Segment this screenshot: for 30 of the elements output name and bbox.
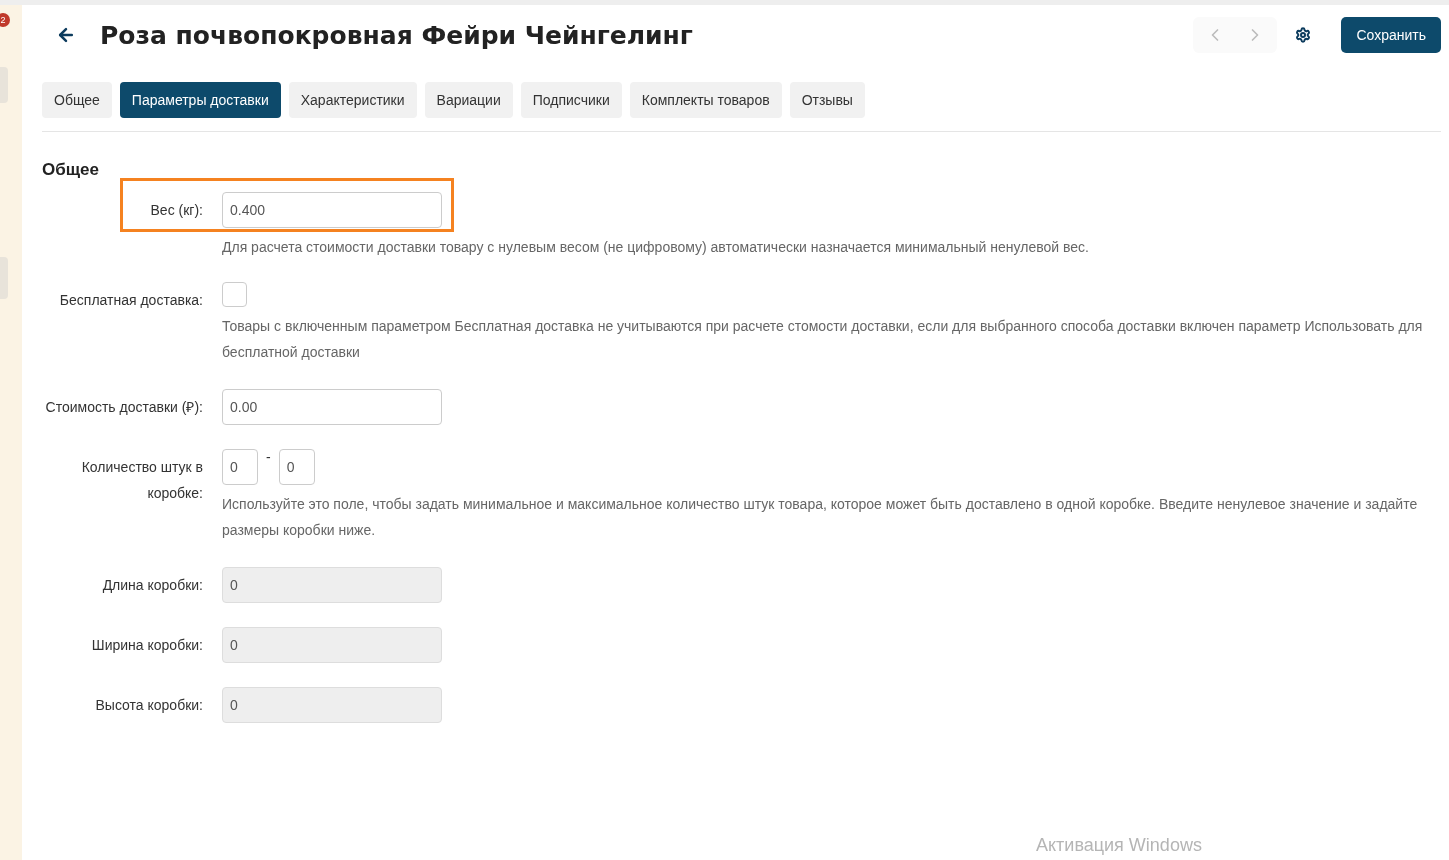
field-hint: Используйте это поле, чтобы задать минимальное и максимальное количество штук товара, которое может быть доставлено в одной коробке. Введите ненулевое значение и задайте размеры коробки ниже.: [222, 495, 1419, 540]
field-label: Длина коробки:: [101, 576, 203, 595]
tab[interactable]: Подписчики: [520, 82, 622, 118]
field-label: Вес (кг):: [149, 201, 203, 220]
section-title: Общее: [42, 160, 100, 180]
back-button[interactable]: [56, 25, 76, 45]
field-label: Бесплатная доставка:: [58, 291, 203, 310]
input-field[interactable]: 0.400: [222, 192, 442, 228]
tab[interactable]: Вариации: [424, 82, 513, 118]
tab[interactable]: Характеристики: [288, 82, 417, 118]
tab[interactable]: Общее: [42, 82, 112, 118]
field-label: Высота коробки:: [94, 696, 203, 715]
settings-icon: [1295, 27, 1312, 43]
tab[interactable]: Отзывы: [789, 82, 865, 118]
input-field[interactable]: 0: [278, 449, 315, 485]
field-label: Ширина коробки:: [90, 636, 203, 655]
notification-badge: 2: [0, 13, 10, 27]
save-button[interactable]: Сохранить: [1341, 17, 1441, 53]
field-label: Стоимость доставки (₽):: [44, 398, 203, 417]
activation-notice: Активация Windows: [1036, 835, 1202, 856]
input-field[interactable]: 0: [222, 449, 258, 485]
field-hint: Для расчета стоимости доставки товару с нулевым весом (не цифровому) автоматически назначается минимальный ненулевой вес.: [222, 238, 1090, 257]
field-label: Количество штук в коробке:: [80, 458, 203, 503]
checkbox[interactable]: [222, 282, 247, 307]
tab[interactable]: Комплекты товаров: [629, 82, 782, 118]
range-separator: -: [265, 449, 272, 465]
page-title: Роза почвопокровная Фейри Чейнгелинг: [100, 20, 694, 50]
field-hint: Товары с включенным параметром Бесплатная доставка не учитываются при расчете стомости доставки, если для выбранного способа доставки включен параметр Использовать для бесплатной доставки: [222, 317, 1424, 362]
tab[interactable]: Параметры доставки: [119, 82, 281, 118]
input-field[interactable]: 0.00: [222, 389, 442, 425]
